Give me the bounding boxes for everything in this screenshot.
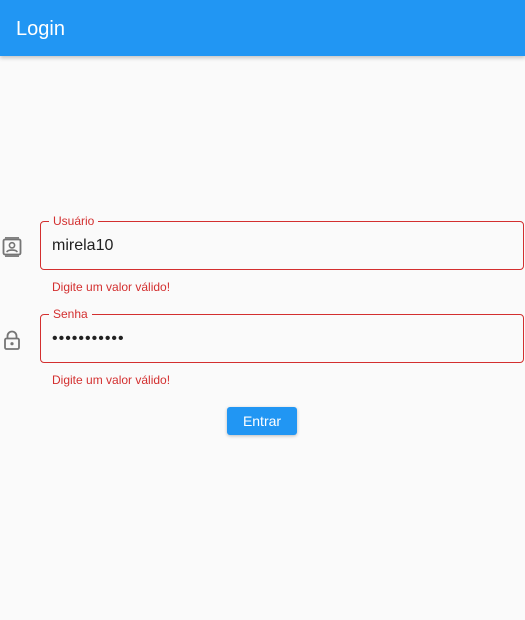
page-title: Login xyxy=(16,18,65,40)
lock-icon xyxy=(2,330,22,350)
username-error-text: Digite um valor válido! xyxy=(52,280,171,294)
password-label: Senha xyxy=(49,307,92,321)
password-value: ••••••••••• xyxy=(52,330,125,347)
contact-icon xyxy=(2,237,22,257)
username-label: Usuário xyxy=(49,214,99,228)
app-bar: Login xyxy=(0,0,525,56)
password-field[interactable]: Senha ••••••••••• xyxy=(40,307,524,363)
submit-button[interactable]: Entrar xyxy=(227,407,297,435)
username-field[interactable]: Usuário mirela10 xyxy=(40,214,524,270)
password-error-text: Digite um valor válido! xyxy=(52,373,171,387)
username-value: mirela10 xyxy=(52,237,114,254)
